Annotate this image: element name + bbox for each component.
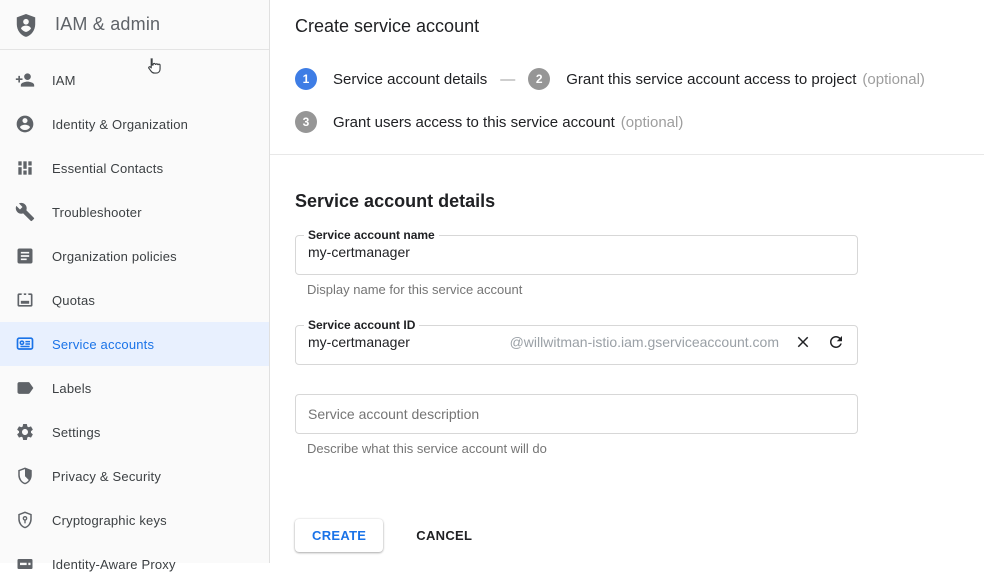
step-3-label: Grant users access to this service accou… (333, 114, 615, 131)
create-button[interactable]: CREATE (295, 519, 383, 552)
sidebar-item-label: Cryptographic keys (52, 513, 167, 528)
service-account-description-field (295, 394, 858, 434)
sidebar-item-privacy-security[interactable]: Privacy & Security (0, 454, 269, 498)
contacts-bars-icon (15, 158, 35, 178)
service-account-name-input[interactable] (308, 242, 845, 262)
step-3[interactable]: 3 Grant users access to this service acc… (295, 111, 683, 133)
sidebar-item-label: Service accounts (52, 337, 154, 352)
sidebar-item-cryptographic-keys[interactable]: Cryptographic keys (0, 498, 269, 542)
service-account-id-field: Service account ID @willwitman-istio.iam… (295, 318, 858, 365)
quotas-frame-icon (15, 290, 35, 310)
sidebar-item-troubleshooter[interactable]: Troubleshooter (0, 190, 269, 234)
sidebar-item-labels[interactable]: Labels (0, 366, 269, 410)
sidebar-item-label: Essential Contacts (52, 161, 163, 176)
sidebar-item-settings[interactable]: Settings (0, 410, 269, 454)
sidebar-item-label: Identity-Aware Proxy (52, 557, 176, 572)
account-circle-icon (15, 114, 35, 134)
wrench-icon (15, 202, 35, 222)
sidebar-item-identity-aware-proxy[interactable]: Identity-Aware Proxy (0, 542, 269, 586)
gear-icon (15, 422, 35, 442)
section-title: Service account details (295, 191, 858, 212)
close-x-icon[interactable] (794, 333, 812, 351)
step-2-label: Grant this service account access to pro… (566, 71, 856, 88)
step-1-label: Service account details (333, 71, 487, 88)
sidebar-item-quotas[interactable]: Quotas (0, 278, 269, 322)
divider (270, 154, 984, 155)
sidebar-item-iam[interactable]: IAM (0, 58, 269, 102)
step-2[interactable]: 2 Grant this service account access to p… (528, 68, 925, 90)
service-account-name-field: Service account name (295, 228, 858, 275)
service-account-description-input[interactable] (308, 404, 845, 424)
policy-document-icon (15, 246, 35, 266)
service-account-name-label: Service account name (304, 228, 439, 242)
step-3-optional: (optional) (621, 114, 684, 131)
sidebar-header: IAM & admin (0, 0, 269, 50)
label-tag-icon (15, 378, 35, 398)
iam-admin-shield-icon (13, 12, 39, 38)
service-account-id-label: Service account ID (304, 318, 419, 332)
sidebar-item-label: Identity & Organization (52, 117, 188, 132)
service-account-id-input[interactable] (308, 332, 498, 352)
sidebar-item-identity-organization[interactable]: Identity & Organization (0, 102, 269, 146)
sidebar-item-organization-policies[interactable]: Organization policies (0, 234, 269, 278)
sidebar-title: IAM & admin (55, 14, 160, 35)
sidebar-item-label: Organization policies (52, 249, 177, 264)
service-account-icon (15, 334, 35, 354)
person-add-icon (15, 70, 35, 90)
shield-half-icon (15, 466, 35, 486)
proxy-icon (15, 554, 35, 574)
sidebar-item-label: Troubleshooter (52, 205, 142, 220)
name-helper-text: Display name for this service account (307, 282, 858, 297)
main-content: Create service account 1 Service account… (270, 0, 984, 563)
sidebar-item-essential-contacts[interactable]: Essential Contacts (0, 146, 269, 190)
form-actions: CREATE CANCEL (295, 519, 858, 552)
step-2-optional: (optional) (862, 71, 925, 88)
service-account-id-suffix: @willwitman-istio.iam.gserviceaccount.co… (510, 334, 779, 350)
step-2-circle: 2 (528, 68, 550, 90)
step-3-circle: 3 (295, 111, 317, 133)
sidebar-nav: IAM Identity & Organization Essential Cont… (0, 50, 269, 586)
sidebar-item-service-accounts[interactable]: Service accounts (0, 322, 269, 366)
sidebar-item-label: IAM (52, 73, 76, 88)
page-title: Create service account (295, 16, 479, 37)
sidebar-item-label: Quotas (52, 293, 95, 308)
sidebar-item-label: Labels (52, 381, 92, 396)
step-1-circle: 1 (295, 68, 317, 90)
sidebar-item-label: Settings (52, 425, 101, 440)
sidebar: IAM & admin IAM Identity & Organization Es… (0, 0, 270, 563)
shield-key-icon (15, 510, 35, 530)
stepper: 1 Service account details — 2 Grant this… (270, 52, 984, 133)
step-connector: — (500, 71, 515, 88)
main-header: Create service account (270, 0, 984, 52)
service-account-form: Service account details Service account … (270, 191, 858, 552)
refresh-icon[interactable] (827, 333, 845, 351)
sidebar-item-label: Privacy & Security (52, 469, 161, 484)
description-helper-text: Describe what this service account will … (307, 441, 858, 456)
step-1[interactable]: 1 Service account details (295, 68, 487, 90)
cancel-button[interactable]: CANCEL (410, 527, 478, 544)
